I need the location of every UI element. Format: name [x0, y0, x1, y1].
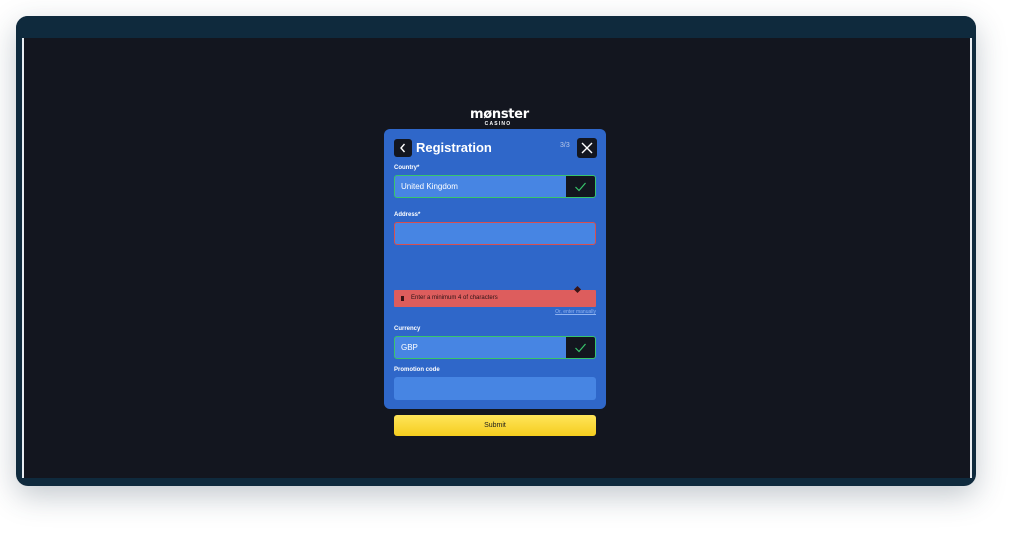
submit-button[interactable]: Submit: [394, 415, 596, 436]
monster-casino-logo: mønster CASINO: [470, 107, 529, 127]
check-icon: [575, 343, 586, 353]
country-label: Country*: [394, 165, 420, 171]
modal-title: Registration: [416, 140, 492, 155]
error-icon: [401, 296, 404, 301]
window-top-bar: [16, 16, 976, 38]
registration-modal: Registration 3/3 Country* United Kingdom…: [384, 129, 606, 436]
promo-code-input[interactable]: [394, 377, 596, 400]
promo-code-label: Promotion code: [394, 367, 440, 373]
step-indicator: 3/3: [560, 142, 570, 149]
back-button[interactable]: [394, 139, 412, 157]
currency-label: Currency: [394, 326, 421, 332]
close-icon: [581, 142, 593, 154]
address-input[interactable]: [394, 222, 596, 245]
enter-manually-link[interactable]: Or, enter manually: [524, 309, 596, 315]
country-select[interactable]: United Kingdom: [394, 175, 596, 198]
address-label: Address*: [394, 212, 421, 218]
error-pointer: [573, 285, 582, 294]
country-value: United Kingdom: [401, 182, 458, 191]
app-window: mønster CASINO Registration 3/3 Country*…: [16, 16, 976, 486]
page-background: mønster CASINO Registration 3/3 Country*…: [22, 38, 972, 478]
currency-value: GBP: [401, 343, 418, 352]
close-button[interactable]: [577, 138, 597, 158]
currency-select[interactable]: GBP: [394, 336, 596, 359]
currency-valid-indicator: [566, 337, 595, 358]
address-error-message: Enter a minimum 4 of characters: [411, 295, 498, 301]
check-icon: [575, 182, 586, 192]
chevron-left-icon: [400, 143, 406, 153]
country-valid-indicator: [566, 176, 595, 197]
address-error-banner: Enter a minimum 4 of characters: [394, 285, 596, 307]
logo-wordmark: mønster: [470, 107, 529, 122]
